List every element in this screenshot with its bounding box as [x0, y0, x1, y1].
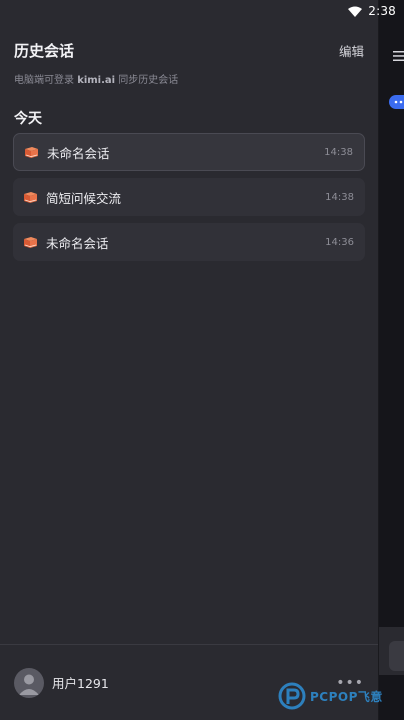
menu-icon[interactable]: [393, 50, 404, 62]
session-time: 14:38: [324, 146, 353, 158]
book-icon: [24, 191, 37, 203]
user-icon: [19, 674, 39, 695]
book-icon: [25, 146, 38, 158]
session-item[interactable]: 简短问候交流 14:38: [13, 178, 365, 216]
sync-hint-suffix: 同步历史会话: [115, 75, 179, 86]
wifi-icon: [348, 6, 363, 17]
status-bar: 2:38: [0, 0, 404, 22]
session-time: 14:38: [325, 191, 354, 203]
dots-icon: [394, 100, 403, 104]
session-title: 未命名会话: [47, 145, 110, 161]
session-list: 未命名会话 14:38 简短问候交流 14:38 未命名会话 14:36: [13, 133, 365, 268]
pcpop-logo-icon: [278, 682, 306, 710]
session-title: 简短问候交流: [46, 190, 122, 206]
watermark-text: PCPOP飞意: [310, 689, 383, 704]
sync-hint-site: kimi.ai: [77, 75, 116, 86]
drawer-title: 历史会话: [14, 42, 75, 60]
status-time: 2:38: [368, 4, 396, 18]
avatar[interactable]: [14, 667, 44, 698]
book-icon: [24, 236, 37, 248]
session-time: 14:36: [325, 236, 354, 248]
main-content-peek[interactable]: [379, 0, 404, 720]
sync-hint-prefix: 电脑端可登录: [14, 75, 78, 86]
session-item[interactable]: 未命名会话 14:38: [13, 133, 365, 171]
app-screen: 2:38 历史会话 编辑 电脑端可登录 kimi.ai 同步历史会话 今天 未命…: [0, 0, 404, 720]
session-item[interactable]: 未命名会话 14:36: [13, 223, 365, 261]
section-label-today: 今天: [14, 111, 42, 127]
edit-button[interactable]: 编辑: [339, 41, 364, 60]
history-drawer: 历史会话 编辑 电脑端可登录 kimi.ai 同步历史会话 今天 未命名会话 1…: [0, 0, 379, 720]
drawer-header: 历史会话 编辑: [14, 40, 364, 61]
input-field-peek[interactable]: [389, 641, 404, 671]
sync-hint: 电脑端可登录 kimi.ai 同步历史会话: [14, 71, 178, 86]
session-title: 未命名会话: [46, 235, 109, 251]
watermark: PCPOP飞意: [278, 682, 383, 710]
